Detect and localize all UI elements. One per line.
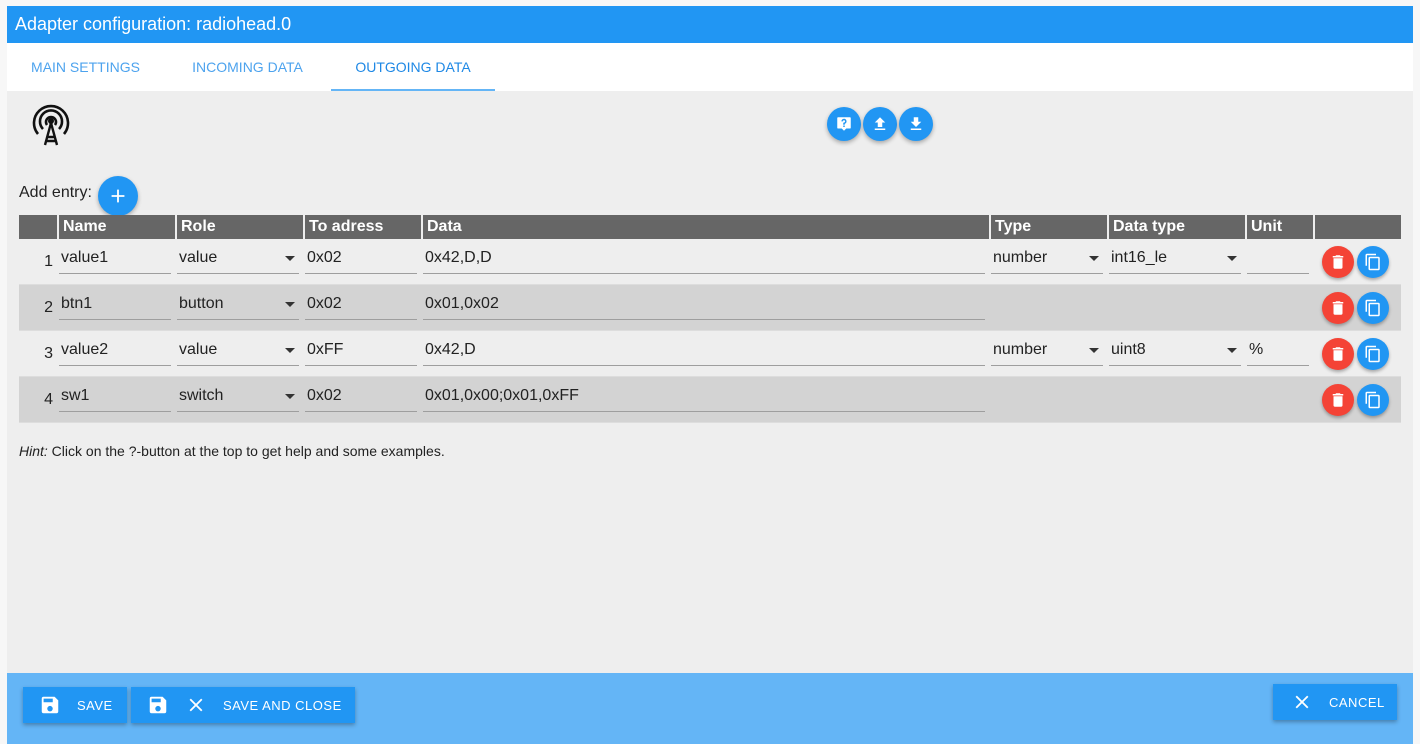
table-row: 1 value1 value 0x02 0x42,D,D number int1… (19, 239, 1401, 285)
copy-icon (1365, 299, 1380, 317)
to-address-input[interactable]: 0xFF (305, 337, 417, 366)
data-input[interactable]: 0x01,0x00;0x01,0xFF (423, 383, 985, 412)
to-address-input[interactable]: 0x02 (305, 245, 417, 274)
close-icon (189, 698, 203, 712)
type-select[interactable]: number (991, 245, 1103, 274)
save-button[interactable]: SAVE (23, 687, 127, 723)
trash-icon (1332, 301, 1344, 315)
col-header-role: Role (175, 215, 303, 239)
hint-body: Click on the ?-button at the top to get … (47, 443, 445, 459)
role-select[interactable]: value (177, 245, 299, 274)
copy-row-button[interactable] (1357, 292, 1389, 324)
to-address-input[interactable]: 0x02 (305, 291, 417, 320)
radio-antenna-logo-icon (29, 103, 73, 147)
name-input[interactable]: value1 (59, 245, 171, 274)
save-icon (149, 696, 167, 714)
unit-input[interactable] (1247, 245, 1309, 274)
save-label: SAVE (77, 697, 113, 713)
col-header-actions (1313, 215, 1401, 239)
data-type-select[interactable]: uint8 (1109, 337, 1241, 366)
role-select[interactable]: button (177, 291, 299, 320)
col-header-type: Type (989, 215, 1107, 239)
footer-bar: SAVE SAVE AND CLOSE CANCEL (7, 673, 1413, 744)
delete-row-button[interactable] (1322, 292, 1354, 324)
add-entry-label: Add entry: (19, 184, 92, 201)
data-input[interactable]: 0x42,D,D (423, 245, 985, 274)
role-select[interactable]: switch (177, 383, 299, 412)
name-input[interactable]: value2 (59, 337, 171, 366)
delete-row-button[interactable] (1322, 384, 1354, 416)
outgoing-data-table: Name Role To adress Data Type Data type … (19, 215, 1401, 423)
data-input[interactable]: 0x01,0x02 (423, 291, 985, 320)
name-input[interactable]: btn1 (59, 291, 171, 320)
download-button[interactable] (899, 107, 933, 141)
upload-icon (874, 117, 886, 130)
row-number: 3 (44, 345, 53, 362)
delete-row-button[interactable] (1322, 338, 1354, 370)
copy-icon (1365, 391, 1380, 409)
col-header-unit: Unit (1245, 215, 1313, 239)
unit-input[interactable]: % (1247, 337, 1309, 366)
add-entry-button[interactable] (98, 176, 138, 216)
trash-icon (1332, 347, 1344, 361)
plus-icon (111, 189, 125, 203)
hint-text: Hint: Click on the ?-button at the top t… (19, 443, 445, 459)
table-header: Name Role To adress Data Type Data type … (19, 215, 1401, 239)
table-row: 2 btn1 button 0x02 0x01,0x02 (19, 285, 1401, 331)
copy-row-button[interactable] (1357, 338, 1389, 370)
copy-row-button[interactable] (1357, 246, 1389, 278)
hint-prefix: Hint: (19, 443, 48, 459)
tab-bar: MAIN SETTINGS INCOMING DATA OUTGOING DAT… (7, 43, 1413, 91)
name-input[interactable]: sw1 (59, 383, 171, 412)
save-icon (41, 696, 59, 714)
role-select[interactable]: value (177, 337, 299, 366)
window-title: Adapter configuration: radiohead.0 (7, 6, 1413, 43)
to-address-input[interactable]: 0x02 (305, 383, 417, 412)
close-icon (1295, 695, 1309, 709)
data-type-select[interactable]: int16_le (1109, 245, 1241, 274)
row-number: 4 (44, 391, 53, 408)
delete-row-button[interactable] (1322, 246, 1354, 278)
help-button[interactable] (827, 107, 861, 141)
download-icon (910, 117, 922, 130)
save-and-close-button[interactable]: SAVE AND CLOSE (131, 687, 355, 723)
adapter-config-window: Adapter configuration: radiohead.0 MAIN … (7, 6, 1413, 744)
col-header-name: Name (57, 215, 175, 239)
trash-icon (1332, 393, 1344, 407)
data-input[interactable]: 0x42,D (423, 337, 985, 366)
copy-icon (1365, 345, 1380, 363)
col-header-data-type: Data type (1107, 215, 1245, 239)
tab-main-settings[interactable]: MAIN SETTINGS (7, 43, 164, 91)
cancel-label: CANCEL (1329, 694, 1385, 710)
tab-outgoing-data[interactable]: OUTGOING DATA (331, 43, 495, 91)
copy-row-button[interactable] (1357, 384, 1389, 416)
copy-icon (1365, 253, 1380, 271)
col-header-data: Data (421, 215, 989, 239)
row-number: 1 (44, 253, 53, 270)
tab-incoming-data[interactable]: INCOMING DATA (164, 43, 331, 91)
upload-button[interactable] (863, 107, 897, 141)
help-icon (837, 117, 851, 131)
table-row: 3 value2 value 0xFF 0x42,D number uint8 … (19, 331, 1401, 377)
type-select[interactable]: number (991, 337, 1103, 366)
row-number: 2 (44, 299, 53, 316)
cancel-button[interactable]: CANCEL (1273, 684, 1397, 720)
col-header-to-adress: To adress (303, 215, 421, 239)
table-row: 4 sw1 switch 0x02 0x01,0x00;0x01,0xFF (19, 377, 1401, 423)
save-and-close-label: SAVE AND CLOSE (223, 697, 342, 713)
trash-icon (1332, 255, 1344, 269)
